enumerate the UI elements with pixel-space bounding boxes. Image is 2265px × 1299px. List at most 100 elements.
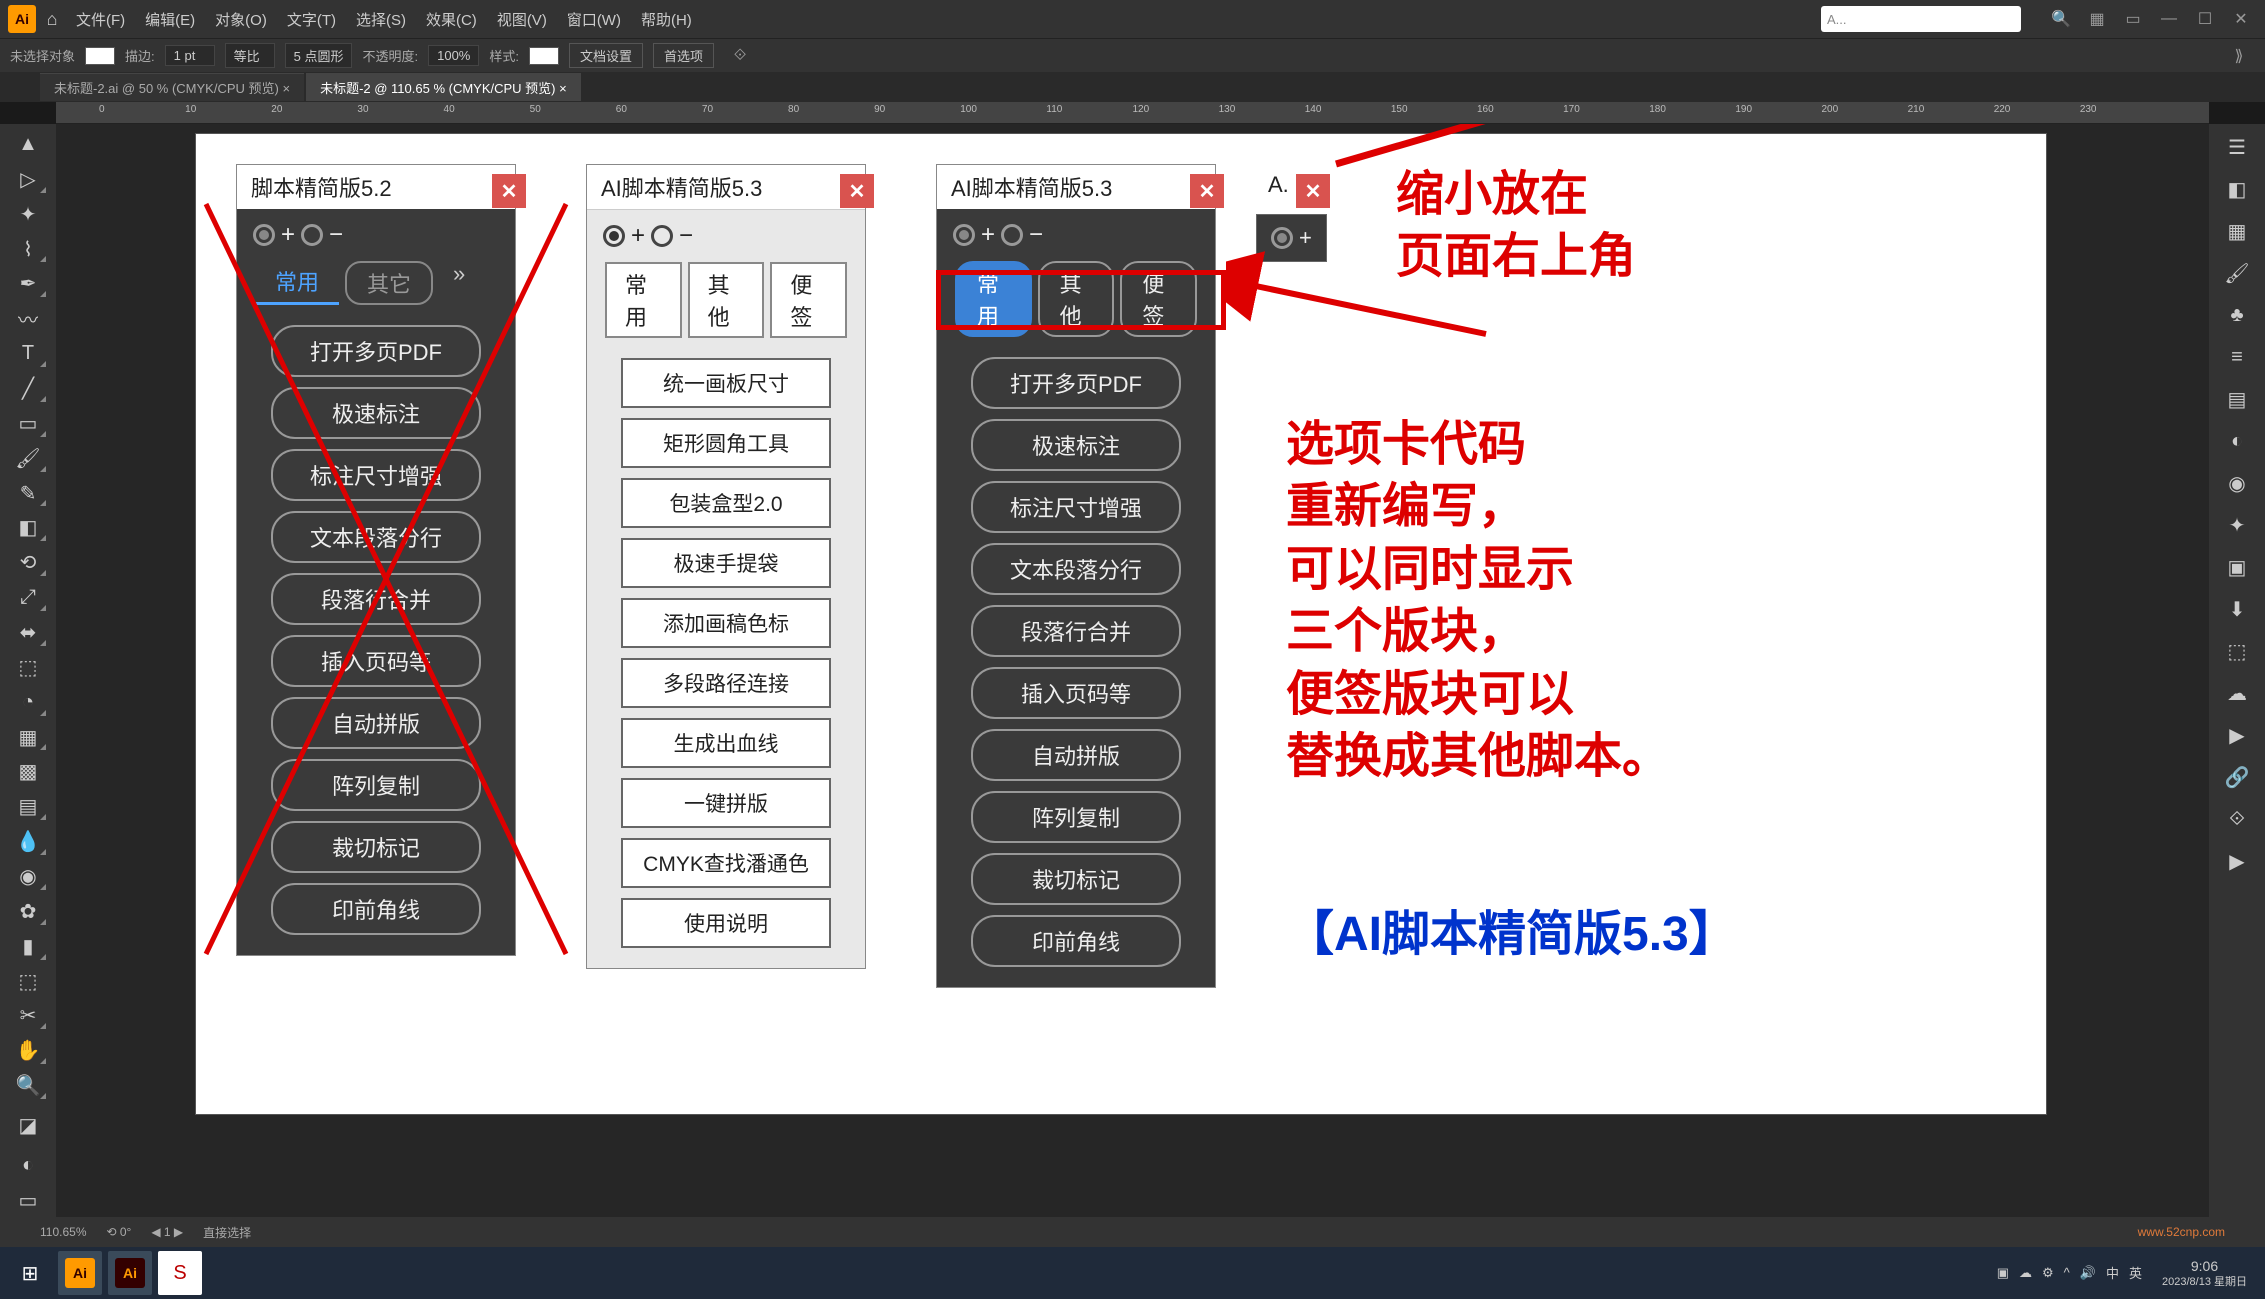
arrange-icon[interactable]: ▦ xyxy=(2083,5,2111,33)
selection-tool[interactable]: ▲ xyxy=(7,128,49,161)
menu-file[interactable]: 文件(F) xyxy=(68,5,133,34)
btn-crop-marks[interactable]: 裁切标记 xyxy=(971,853,1181,905)
fill-swatch[interactable] xyxy=(85,47,115,65)
menu-window[interactable]: 窗口(W) xyxy=(559,5,629,34)
symbols-panel-icon[interactable]: ♣ xyxy=(2216,296,2258,334)
radio-unselected-icon[interactable] xyxy=(301,224,323,246)
tab-common[interactable]: 常用 xyxy=(955,261,1032,337)
color-panel-icon[interactable]: ◧ xyxy=(2216,170,2258,208)
hand-tool[interactable]: ✋ xyxy=(7,1034,49,1067)
radio-selected-icon[interactable] xyxy=(603,225,625,247)
graphic-styles-panel-icon[interactable]: ✦ xyxy=(2216,506,2258,544)
chevron-right-icon[interactable]: » xyxy=(439,261,479,305)
btn-add-color-label[interactable]: 添加画稿色标 xyxy=(621,598,831,648)
btn-unify-artboard[interactable]: 统一画板尺寸 xyxy=(621,358,831,408)
btn-box-type[interactable]: 包装盒型2.0 xyxy=(621,478,831,528)
btn-insert-page[interactable]: 插入页码等 xyxy=(271,635,481,687)
symbol-sprayer-tool[interactable]: ✿ xyxy=(7,895,49,928)
gradient-tool[interactable]: ▤ xyxy=(7,790,49,823)
close-tab-icon[interactable]: × xyxy=(282,81,290,96)
menu-edit[interactable]: 编辑(E) xyxy=(137,5,203,34)
brushes-panel-icon[interactable]: 🖌 xyxy=(2216,254,2258,292)
blend-tool[interactable]: ◉ xyxy=(7,860,49,893)
rotate-tool[interactable]: ⟲ xyxy=(7,546,49,579)
tab-common[interactable]: 常用 xyxy=(255,261,339,305)
links-panel-icon[interactable]: 🔗 xyxy=(2216,758,2258,796)
artboard-nav[interactable]: ◀ 1 ▶ xyxy=(151,1225,183,1239)
ime-icon[interactable]: 英 xyxy=(2129,1263,2142,1282)
stroke-panel-icon[interactable]: ≡ xyxy=(2216,338,2258,376)
tab-notes[interactable]: 便签 xyxy=(1120,261,1197,337)
close-window-icon[interactable]: ✕ xyxy=(2227,5,2255,33)
btn-fast-annotate[interactable]: 极速标注 xyxy=(271,387,481,439)
taskbar-ai-2[interactable]: Ai xyxy=(108,1251,152,1295)
btn-prepress-corner[interactable]: 印前角线 xyxy=(971,915,1181,967)
color-mode-icon[interactable]: ◐ xyxy=(7,1149,49,1182)
radio-selected-icon[interactable] xyxy=(253,224,275,246)
preferences-button[interactable]: 首选项 xyxy=(653,43,714,68)
zoom-level[interactable]: 110.65% xyxy=(40,1225,86,1239)
style-swatch[interactable] xyxy=(529,47,559,65)
shape-builder-tool[interactable]: ◔ xyxy=(7,686,49,719)
align-icon[interactable]: ⟐ xyxy=(726,42,754,70)
slice-tool[interactable]: ✂ xyxy=(7,999,49,1032)
btn-para-merge[interactable]: 段落行合并 xyxy=(971,605,1181,657)
uniform-scale-field[interactable]: 等比 xyxy=(225,43,275,68)
btn-dim-enhance[interactable]: 标注尺寸增强 xyxy=(271,449,481,501)
tray-icon[interactable]: ⚙ xyxy=(2042,1265,2054,1281)
fill-stroke-swatch[interactable]: ◪ xyxy=(7,1104,49,1147)
btn-multi-path-join[interactable]: 多段路径连接 xyxy=(621,658,831,708)
radio-unselected-icon[interactable] xyxy=(1001,224,1023,246)
btn-bleed-line[interactable]: 生成出血线 xyxy=(621,718,831,768)
lasso-tool[interactable]: ⌇ xyxy=(7,233,49,266)
rectangle-tool[interactable]: ▭ xyxy=(7,407,49,440)
artboard-tool[interactable]: ⬚ xyxy=(7,965,49,998)
btn-dim-enhance[interactable]: 标注尺寸增强 xyxy=(971,481,1181,533)
asset-export-panel-icon[interactable]: ⬇ xyxy=(2216,590,2258,628)
mesh-tool[interactable]: ▩ xyxy=(7,755,49,788)
width-tool[interactable]: ⬌ xyxy=(7,616,49,649)
menu-type[interactable]: 文字(T) xyxy=(279,5,344,34)
stroke-weight-field[interactable]: 1 pt xyxy=(165,45,215,66)
play-panel-icon[interactable]: ▶ xyxy=(2216,842,2258,880)
appearance-panel-icon[interactable]: ◉ xyxy=(2216,464,2258,502)
opacity-field[interactable]: 100% xyxy=(428,45,479,66)
home-icon[interactable]: ⌂ xyxy=(40,7,64,31)
tab-other[interactable]: 其他 xyxy=(1038,261,1115,337)
actions-panel-icon[interactable]: ▶ xyxy=(2216,716,2258,754)
volume-icon[interactable]: 🔊 xyxy=(2080,1265,2096,1281)
rotate-view-icon[interactable]: ⟲ 0° xyxy=(106,1225,131,1239)
libraries-panel-icon[interactable]: ☁ xyxy=(2216,674,2258,712)
menu-object[interactable]: 对象(O) xyxy=(207,5,275,34)
free-transform-tool[interactable]: ⬚ xyxy=(7,651,49,684)
pen-tool[interactable]: ✒ xyxy=(7,267,49,300)
mini-panel-close-button[interactable]: ✕ xyxy=(1296,174,1330,208)
btn-text-split[interactable]: 文本段落分行 xyxy=(271,511,481,563)
swatches-panel-icon[interactable]: ▦ xyxy=(2216,212,2258,250)
btn-prepress-corner[interactable]: 印前角线 xyxy=(271,883,481,935)
direct-selection-tool[interactable]: ▷ xyxy=(7,163,49,196)
css-panel-icon[interactable]: ⟐ xyxy=(2216,800,2258,838)
menu-effect[interactable]: 效果(C) xyxy=(418,5,485,34)
radio-selected-icon[interactable] xyxy=(1271,227,1293,249)
shaper-tool[interactable]: ✎ xyxy=(7,477,49,510)
transparency-panel-icon[interactable]: ◐ xyxy=(2216,422,2258,460)
gradient-panel-icon[interactable]: ▤ xyxy=(2216,380,2258,418)
btn-fast-bag[interactable]: 极速手提袋 xyxy=(621,538,831,588)
panel-52-close-button[interactable]: ✕ xyxy=(492,174,526,208)
minimize-icon[interactable]: — xyxy=(2155,5,2183,33)
btn-open-pdf[interactable]: 打开多页PDF xyxy=(971,357,1181,409)
perspective-tool[interactable]: ▦ xyxy=(7,721,49,754)
artboards-panel-icon[interactable]: ⬚ xyxy=(2216,632,2258,670)
btn-fast-annotate[interactable]: 极速标注 xyxy=(971,419,1181,471)
radio-selected-icon[interactable] xyxy=(953,224,975,246)
tray-icon[interactable]: ☁ xyxy=(2019,1265,2032,1281)
btn-auto-impose[interactable]: 自动拼版 xyxy=(971,729,1181,781)
btn-cmyk-pantone[interactable]: CMYK查找潘通色 xyxy=(621,838,831,888)
zoom-tool[interactable]: 🔍 xyxy=(7,1069,49,1102)
btn-text-split[interactable]: 文本段落分行 xyxy=(971,543,1181,595)
workspace-icon[interactable]: ▭ xyxy=(2119,5,2147,33)
btn-array-copy[interactable]: 阵列复制 xyxy=(271,759,481,811)
tab-other[interactable]: 其它 xyxy=(345,261,433,305)
title-search-box[interactable]: A... xyxy=(1821,6,2021,32)
